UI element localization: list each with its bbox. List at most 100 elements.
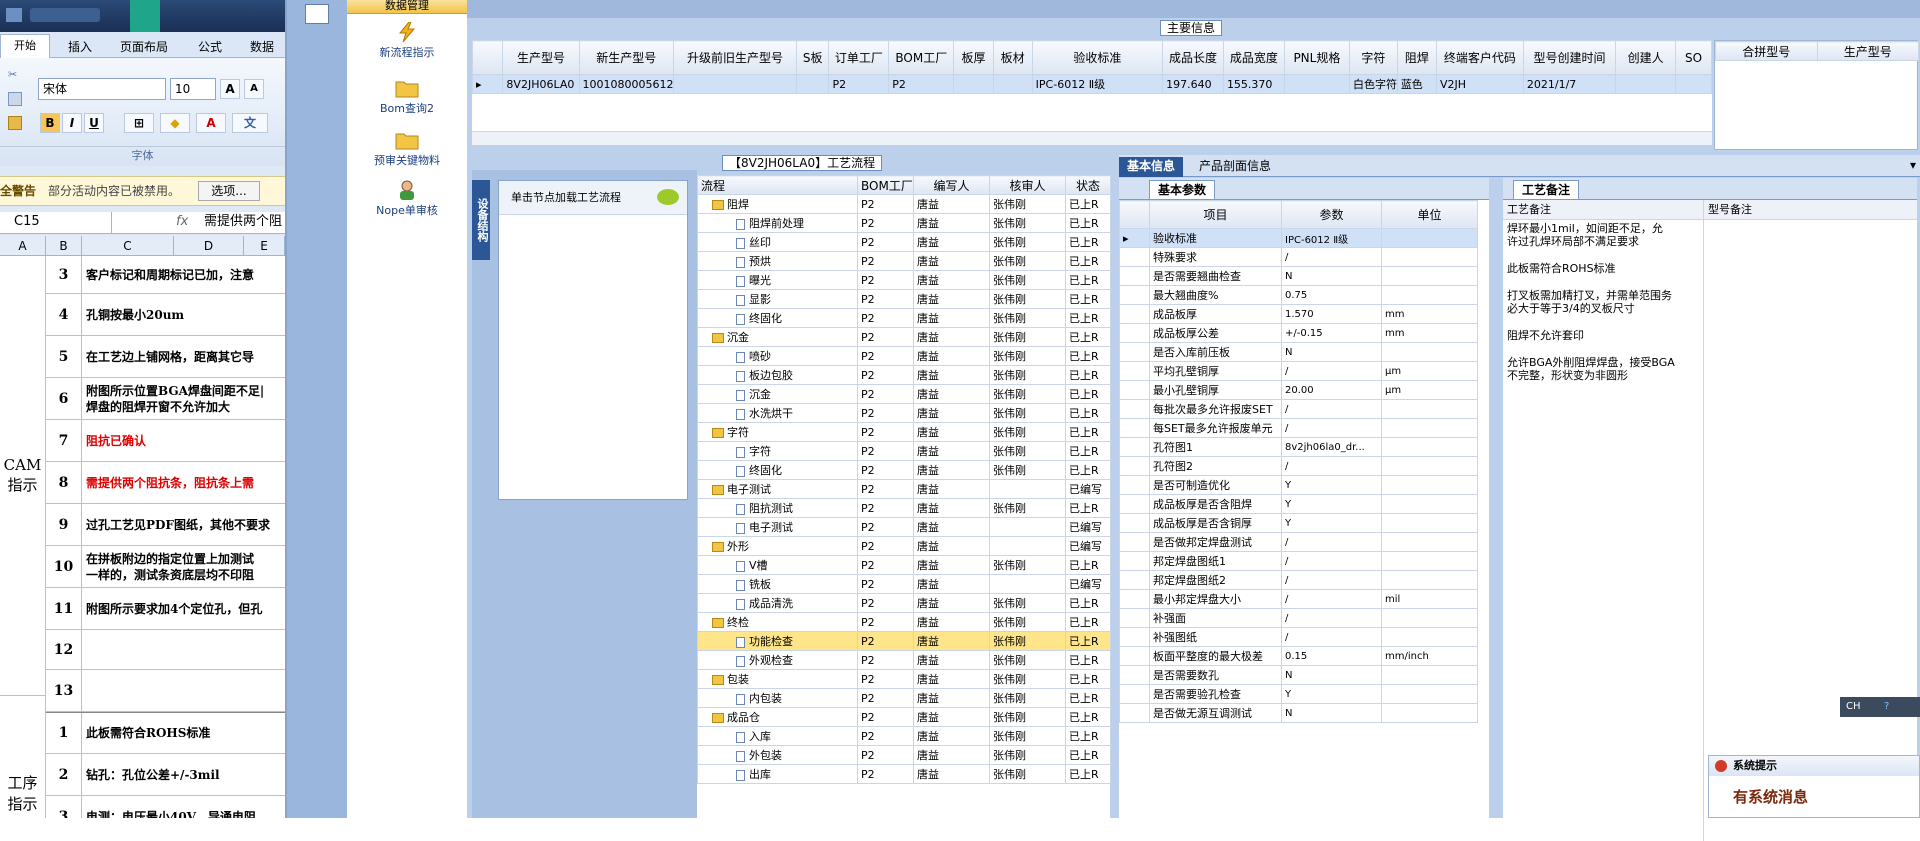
process-node[interactable]: 阻抗测试 [697, 498, 858, 518]
cell[interactable] [989, 536, 1066, 556]
col-header[interactable]: 创建人 [1615, 40, 1677, 75]
cell[interactable]: 成品板厚公差 [1149, 323, 1282, 343]
cell[interactable]: 0.75 [1281, 285, 1382, 305]
param-row[interactable]: 邦定焊盘图纸1/ [1119, 551, 1478, 571]
cell[interactable]: 唐益 [913, 308, 990, 328]
sheet-row[interactable]: 13 [46, 670, 285, 712]
tab-basic-info[interactable]: 基本信息 [1119, 157, 1184, 177]
cell[interactable]: 155.370 [1222, 74, 1285, 94]
cell[interactable]: / [1281, 532, 1382, 552]
cell[interactable] [1381, 228, 1478, 248]
cell[interactable]: 已上R [1065, 308, 1111, 328]
process-node[interactable]: 字符 [697, 441, 858, 461]
cell[interactable]: P2 [857, 327, 914, 347]
cell[interactable]: 张伟刚 [989, 289, 1066, 309]
cell[interactable]: 是否做邦定焊盘测试 [1149, 532, 1282, 552]
row-selector[interactable] [1119, 456, 1150, 476]
dropdown-arrow-icon[interactable]: ▾ [1910, 158, 1916, 172]
language-label[interactable]: CH [1840, 701, 1861, 712]
cell[interactable]: 张伟刚 [989, 403, 1066, 423]
process-node[interactable]: 水洗烘干 [697, 403, 858, 423]
process-row[interactable]: 外包装 P2 唐益 张伟刚 已上R [697, 745, 1111, 765]
cell[interactable]: 0.15 [1281, 646, 1382, 666]
cell[interactable]: 唐益 [913, 669, 990, 689]
process-node[interactable]: 终检 [697, 612, 858, 632]
cell[interactable] [989, 574, 1066, 594]
cell[interactable]: 唐益 [913, 612, 990, 632]
cell[interactable]: 是否做无源互调测试 [1149, 703, 1282, 723]
cell[interactable]: P2 [857, 631, 914, 651]
nav-item-new-flow[interactable]: 新流程指示 [347, 22, 467, 60]
cell[interactable]: 已上R [1065, 612, 1111, 632]
process-row[interactable]: 阻焊 P2 唐益 张伟刚 已上R [697, 194, 1111, 214]
process-node[interactable]: 出库 [697, 764, 858, 784]
cell[interactable]: / [1281, 456, 1382, 476]
cell[interactable]: 已上R [1065, 327, 1111, 347]
cell[interactable]: P2 [857, 745, 914, 765]
cell[interactable] [1381, 418, 1478, 438]
font-size-select[interactable]: 10 [170, 78, 216, 100]
cell[interactable]: 张伟刚 [989, 498, 1066, 518]
cell[interactable]: 张伟刚 [989, 650, 1066, 670]
param-row[interactable]: 是否需要数孔 N [1119, 665, 1478, 685]
cell[interactable]: 已编写 [1065, 536, 1111, 556]
cell[interactable] [1675, 74, 1712, 94]
cell[interactable] [1381, 456, 1478, 476]
cell[interactable]: 唐益 [913, 517, 990, 537]
cell[interactable]: 唐益 [913, 384, 990, 404]
cell[interactable]: P2 [857, 764, 914, 784]
row-selector[interactable] [1119, 247, 1150, 267]
process-row[interactable]: 终固化 P2 唐益 张伟刚 已上R [697, 308, 1111, 328]
process-row[interactable]: 内包装 P2 唐益 张伟刚 已上R [697, 688, 1111, 708]
process-node[interactable]: 终固化 [697, 308, 858, 328]
column-header[interactable]: D [174, 236, 244, 256]
sheet-row[interactable]: 7 阻抗已确认 [46, 420, 285, 462]
cell[interactable]: 张伟刚 [989, 365, 1066, 385]
param-row[interactable]: 孔符图2/ [1119, 456, 1478, 476]
italic-button[interactable]: I [62, 113, 82, 133]
copy-icon[interactable] [8, 92, 22, 106]
col-header[interactable]: 成品长度 [1162, 40, 1224, 75]
cell[interactable]: 是否需要翘曲检查 [1149, 266, 1282, 286]
param-row[interactable]: 最小孔壁铜厚 20.00 μm [1119, 380, 1478, 400]
row-selector[interactable] [1119, 323, 1150, 343]
cell[interactable]: 孔符图1 [1149, 437, 1282, 457]
cell[interactable]: P2 [857, 555, 914, 575]
borders-icon[interactable]: ⊞ [124, 113, 154, 133]
cell[interactable]: 是否入库前压板 [1149, 342, 1282, 362]
cell[interactable]: 最小孔壁铜厚 [1149, 380, 1282, 400]
save-icon[interactable] [6, 8, 22, 22]
param-row[interactable]: 是否做邦定焊盘测试 / [1119, 532, 1478, 552]
param-row[interactable]: 每SET最多允许报废单元 / [1119, 418, 1478, 438]
cell[interactable]: 8v2jh06la0_dr... [1281, 437, 1382, 457]
quick-access-toolbar[interactable] [30, 8, 100, 22]
col-header[interactable]: PNL规格 [1283, 40, 1351, 75]
cell[interactable]: 成品板厚是否含阻焊 [1149, 494, 1282, 514]
cell[interactable]: / [1281, 399, 1382, 419]
cell[interactable]: 唐益 [913, 707, 990, 727]
cell[interactable]: 已上R [1065, 745, 1111, 765]
process-row[interactable]: 包装 P2 唐益 张伟刚 已上R [697, 669, 1111, 689]
row-selector[interactable] [1119, 399, 1150, 419]
row-selector[interactable] [1119, 513, 1150, 533]
cell[interactable]: P2 [857, 213, 914, 233]
col-header[interactable]: 单位 [1381, 200, 1478, 229]
cell[interactable]: 唐益 [913, 327, 990, 347]
param-row[interactable]: 是否可制造优化 Y [1119, 475, 1478, 495]
cell[interactable]: 已上R [1065, 194, 1111, 214]
cell[interactable] [1381, 551, 1478, 571]
process-row[interactable]: 曝光 P2 唐益 张伟刚 已上R [697, 270, 1111, 290]
cell[interactable]: 张伟刚 [989, 194, 1066, 214]
cell[interactable]: / [1281, 570, 1382, 590]
cell[interactable]: 已上R [1065, 289, 1111, 309]
cell[interactable]: 20.00 [1281, 380, 1382, 400]
cell[interactable]: 板面平整度的最大极差 [1149, 646, 1282, 666]
name-box[interactable]: C15 [0, 212, 112, 234]
param-row[interactable]: 成品板厚公差 +/-0.15 mm [1119, 323, 1478, 343]
process-row[interactable]: 终检 P2 唐益 张伟刚 已上R [697, 612, 1111, 632]
cell[interactable]: N [1281, 703, 1382, 723]
cell[interactable]: 每批次最多允许报废SET [1149, 399, 1282, 419]
cell[interactable]: 唐益 [913, 441, 990, 461]
process-row[interactable]: 字符 P2 唐益 张伟刚 已上R [697, 441, 1111, 461]
column-header[interactable]: C [82, 236, 174, 256]
